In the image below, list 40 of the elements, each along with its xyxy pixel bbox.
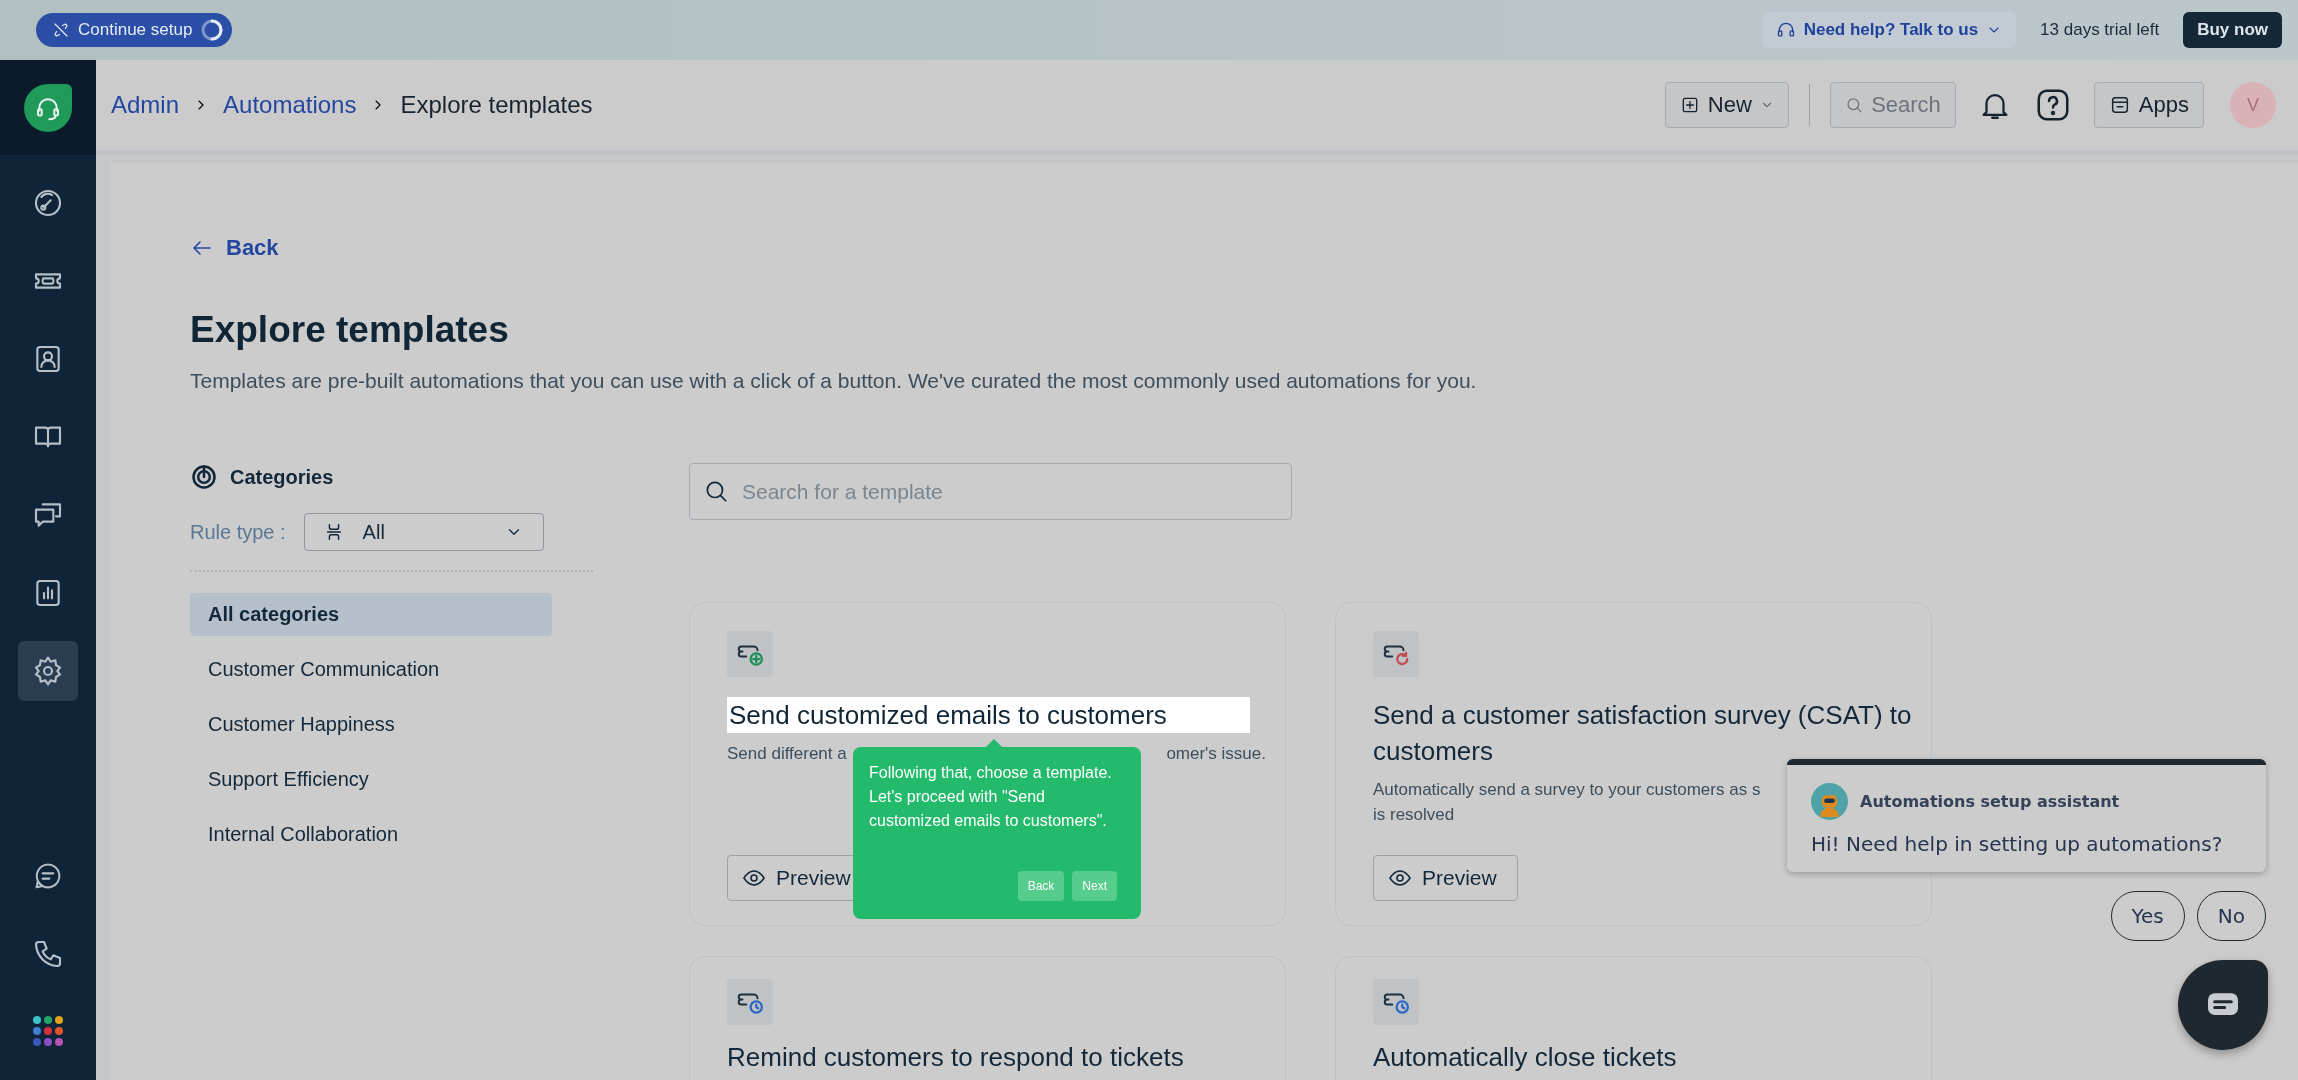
page-description: Templates are pre-built automations that you can use with a click of a button. We've curated the most commonly used automations for you. — [190, 368, 1478, 394]
new-button[interactable]: New — [1664, 82, 1789, 128]
template-search-field[interactable]: Search for a template — [689, 463, 1292, 520]
template-card[interactable]: Automatically close tickets — [1335, 956, 1932, 1080]
template-title: Send a customer satisfaction survey (CSAT) to customers — [1373, 699, 1913, 768]
page-title: Explore templates — [190, 308, 510, 352]
template-title: Remind customers to respond to tickets — [727, 1041, 1184, 1074]
progress-ring-icon — [200, 18, 225, 42]
settings-icon — [32, 655, 64, 687]
categories-heading: Categories — [230, 465, 334, 489]
template-title: Automatically close tickets — [1373, 1041, 1677, 1074]
tooltip-text: Following that, choose a template. Let's proceed with "Send customized emails to customers". — [869, 763, 1113, 831]
breadcrumb-current: Explore templates — [400, 91, 593, 119]
logo-icon[interactable] — [24, 83, 72, 132]
category-item[interactable]: All categories — [190, 593, 552, 636]
rule-type-dropdown[interactable]: All — [303, 513, 544, 551]
template-description: omer's issue. — [1166, 743, 1266, 765]
category-item[interactable]: Internal Collaboration — [190, 813, 552, 856]
settings-nav-item[interactable] — [18, 641, 78, 701]
trial-days-text: 13 days trial left — [2040, 20, 2160, 40]
headset-icon — [1775, 20, 1796, 40]
apps-button[interactable]: Apps — [2093, 82, 2204, 128]
continue-setup-button[interactable]: Continue setup — [36, 13, 233, 47]
rule-type-label: Rule type : — [190, 520, 286, 544]
template-title: Send customized emails to customers — [727, 697, 1250, 733]
help-button[interactable]: Need help? Talk to us — [1761, 12, 2017, 48]
preview-button[interactable]: Preview — [1373, 855, 1518, 901]
template-description: Automatically send a survey to your customers as s — [1373, 779, 1761, 801]
breadcrumb-link[interactable]: Automations — [223, 91, 357, 119]
robot-avatar-icon — [1811, 783, 1848, 820]
category-item[interactable]: Customer Communication — [190, 648, 552, 691]
category-item[interactable]: Customer Happiness — [190, 703, 552, 746]
buy-now-button[interactable]: Buy now — [2183, 12, 2282, 48]
template-description: is resolved — [1373, 804, 1455, 826]
breadcrumb-link[interactable]: Admin — [111, 91, 180, 119]
template-card[interactable]: Remind customers to respond to tickets — [689, 956, 1286, 1080]
gauge-icon — [32, 187, 64, 219]
template-description: Send different a — [727, 743, 847, 765]
back-link[interactable]: Back — [190, 233, 279, 263]
category-item[interactable]: Support Efficiency — [190, 758, 552, 801]
